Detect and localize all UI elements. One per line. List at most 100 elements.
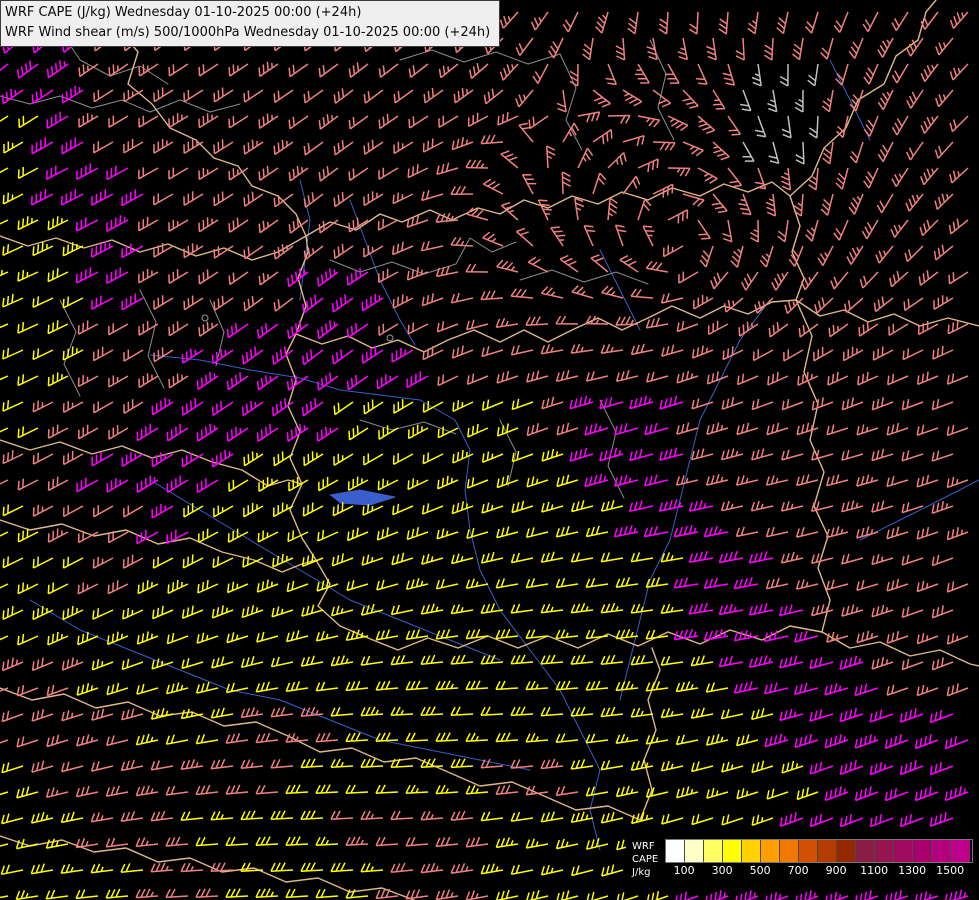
wind-barb <box>287 630 308 641</box>
wind-barb <box>137 476 158 493</box>
wind-barb <box>750 603 774 615</box>
wind-barb <box>891 220 908 237</box>
wind-barb <box>864 168 878 188</box>
wind-barb <box>587 371 608 381</box>
wind-barb <box>242 605 263 617</box>
wind-barb <box>199 113 218 127</box>
legend-swatch <box>780 840 799 862</box>
wind-barb <box>874 347 894 361</box>
wind-barb <box>63 347 83 361</box>
wind-barb <box>797 423 818 435</box>
wind-barb <box>664 245 683 256</box>
legend-swatch <box>818 840 837 862</box>
wind-barb <box>91 813 113 822</box>
wind-barb <box>333 349 353 364</box>
wind-barb <box>850 142 863 163</box>
wind-barb <box>578 148 593 168</box>
wind-barb <box>683 142 703 156</box>
wind-barb <box>243 401 264 416</box>
wind-barb <box>572 866 593 876</box>
wind-barb <box>902 555 923 565</box>
wind-barb <box>154 557 174 568</box>
legend-tick: 500 <box>750 864 771 877</box>
wind-barb <box>0 839 8 849</box>
wind-barb <box>481 291 503 300</box>
wind-barb <box>825 734 848 748</box>
wind-barb <box>526 630 548 639</box>
wind-barb <box>834 220 848 240</box>
wind-barb <box>586 787 608 796</box>
wind-barb <box>93 608 113 619</box>
wind-barb <box>377 580 398 590</box>
wind-barb <box>571 553 593 562</box>
wind-barb <box>797 527 818 537</box>
wind-barb <box>108 632 128 645</box>
wind-barb <box>196 837 218 845</box>
wind-barb <box>737 734 758 745</box>
wind-barb <box>844 347 863 361</box>
wind-barb <box>616 577 638 587</box>
wind-barb <box>259 62 278 77</box>
wind-barb <box>601 760 623 769</box>
wind-barb <box>46 890 68 899</box>
wind-barb <box>228 372 249 390</box>
wind-barb <box>316 682 338 691</box>
wind-barb <box>630 449 653 460</box>
wind-barb <box>583 38 593 60</box>
wind-barb <box>551 227 566 246</box>
wind-barb <box>107 166 128 180</box>
wind-barb <box>31 864 53 874</box>
wind-barb <box>63 242 83 256</box>
wind-barb <box>286 733 308 742</box>
wind-barb <box>361 707 383 716</box>
legend-swatch <box>932 840 951 862</box>
wind-barb <box>228 582 248 593</box>
wind-barb <box>575 198 584 220</box>
wind-barb <box>948 633 969 644</box>
wind-barb <box>241 707 263 717</box>
wind-barb <box>527 890 548 900</box>
wind-barb <box>857 475 878 487</box>
wind-barb <box>767 578 789 589</box>
wind-barb <box>466 891 488 900</box>
wind-barb <box>301 811 323 820</box>
wind-barb <box>139 116 158 128</box>
wind-barb <box>364 90 383 103</box>
wind-barb <box>437 321 458 332</box>
wind-barb <box>511 604 533 613</box>
legend-tick: 1300 <box>898 864 926 877</box>
wind-barb <box>571 344 593 353</box>
wind-barb <box>683 90 699 108</box>
wind-barb <box>801 272 818 290</box>
wind-barb <box>423 453 443 464</box>
wind-barb <box>572 500 593 511</box>
wind-barb <box>496 579 518 588</box>
wind-barb <box>917 633 938 644</box>
wind-barb <box>48 60 68 78</box>
wind-barb <box>767 527 789 537</box>
wind-barb <box>698 220 710 239</box>
wind-barb <box>319 477 338 491</box>
wind-barb <box>795 734 818 747</box>
wind-barb <box>182 709 204 719</box>
wind-barb <box>497 890 519 900</box>
wind-barb <box>557 475 578 487</box>
wind-barb <box>18 427 38 438</box>
wind-barb <box>704 578 728 588</box>
legend-tick: 700 <box>788 864 809 877</box>
wind-barb <box>878 142 893 162</box>
wind-barb <box>439 116 458 128</box>
wind-barb <box>226 733 248 743</box>
wind-barb <box>391 655 413 664</box>
legend-swatch <box>685 840 704 862</box>
wind-barb <box>646 735 668 744</box>
wind-barb <box>468 374 488 385</box>
legend-model-label: WRF <box>632 840 658 853</box>
wind-barb <box>707 788 728 798</box>
wind-barb <box>608 153 626 168</box>
wind-barb <box>32 189 53 205</box>
wind-barb <box>391 811 413 819</box>
wind-barb <box>887 527 908 539</box>
wind-barb <box>834 12 848 32</box>
wind-barb <box>578 112 600 122</box>
